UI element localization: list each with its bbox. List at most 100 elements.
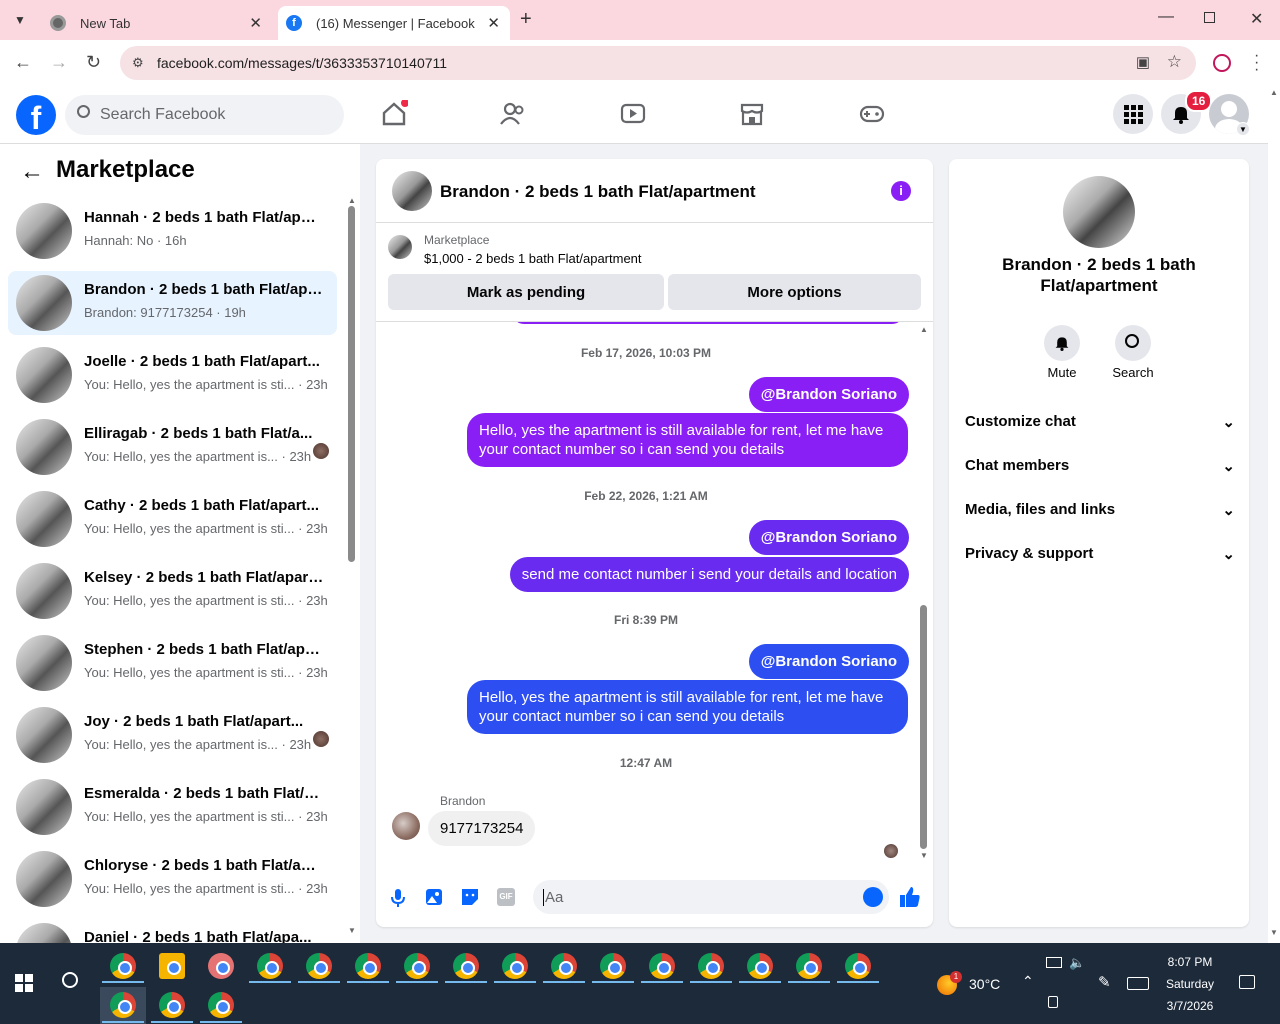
minimize-button[interactable]: — — [1158, 8, 1174, 26]
conversation-item[interactable]: Joelle · 2 beds 1 bath Flat/apart... You:… — [8, 343, 337, 407]
back-button[interactable]: ← — [14, 52, 32, 73]
forward-button[interactable]: → — [50, 52, 68, 73]
scrollbar-thumb[interactable] — [348, 206, 355, 562]
browser-menu-icon[interactable]: · · · — [1254, 48, 1259, 78]
chrome-icon[interactable] — [159, 992, 185, 1018]
notifications-button[interactable]: 16 — [1161, 90, 1213, 134]
tab-new-tab[interactable]: New Tab ✕ — [40, 6, 272, 40]
microphone-icon[interactable] — [390, 888, 406, 908]
message-bubble[interactable]: Hello, yes the apartment is still availa… — [467, 413, 908, 467]
conversation-item[interactable]: Joy · 2 beds 1 bath Flat/apart... You: He… — [8, 703, 337, 767]
sticker-icon[interactable] — [461, 888, 479, 906]
notification-center-icon[interactable] — [1239, 975, 1255, 989]
mute-button[interactable] — [1044, 325, 1080, 361]
chrome-icon[interactable] — [600, 953, 626, 979]
received-bubble[interactable]: 9177173254 — [428, 811, 536, 846]
sender-avatar[interactable] — [392, 812, 420, 840]
chat-members-section[interactable]: Chat members ⌄ — [965, 457, 1235, 475]
reload-button[interactable]: ↻ — [86, 52, 101, 73]
scrollbar-thumb[interactable] — [920, 605, 927, 849]
chrome-icon[interactable] — [110, 992, 136, 1018]
conversation-item[interactable]: Elliragab · 2 beds 1 bath Flat/a... You: … — [8, 415, 337, 479]
chrome-icon[interactable] — [257, 953, 283, 979]
clock-day[interactable]: Saturday — [1160, 977, 1220, 991]
chevron-up-icon[interactable]: ⌃ — [1022, 973, 1034, 990]
site-info-icon[interactable]: ⚙ — [132, 55, 144, 71]
gaming-icon[interactable] — [858, 100, 886, 128]
profile-icon[interactable] — [1213, 54, 1231, 72]
close-tab-icon[interactable]: ✕ — [249, 14, 262, 32]
chat-scrollbar[interactable]: ▲ ▼ — [919, 325, 929, 861]
meet-icon[interactable] — [1048, 996, 1058, 1008]
more-options-button[interactable]: More options — [668, 274, 921, 310]
scroll-down-arrow[interactable]: ▼ — [920, 851, 928, 860]
restore-button[interactable] — [1204, 12, 1215, 23]
media-files-section[interactable]: Media, files and links ⌄ — [965, 501, 1235, 519]
home-icon[interactable] — [380, 100, 408, 128]
file-explorer-icon[interactable] — [159, 953, 185, 979]
clock-date[interactable]: 3/7/2026 — [1160, 999, 1220, 1013]
search-chat-button[interactable] — [1115, 325, 1151, 361]
chrome-icon[interactable] — [306, 953, 332, 979]
conversation-item[interactable]: Brandon · 2 beds 1 bath Flat/apa... Brand… — [8, 271, 337, 335]
bookmark-star-icon[interactable]: ☆ — [1167, 52, 1182, 72]
temperature[interactable]: 30°C — [969, 976, 1000, 992]
mention-bubble[interactable]: @Brandon Soriano — [748, 377, 909, 412]
scroll-up-arrow[interactable]: ▲ — [1270, 88, 1278, 97]
keyboard-icon[interactable] — [1127, 977, 1149, 990]
chrome-icon[interactable] — [502, 953, 528, 979]
chevron-down-icon[interactable]: ▼ — [1236, 122, 1250, 136]
privacy-support-section[interactable]: Privacy & support ⌄ — [965, 545, 1235, 563]
mention-bubble[interactable]: @Brandon Soriano — [748, 644, 909, 679]
gif-icon[interactable]: GIF — [497, 888, 515, 906]
list-scrollbar[interactable]: ▲ ▼ — [347, 196, 357, 936]
mention-bubble[interactable]: @Brandon Soriano — [748, 520, 909, 555]
facebook-logo[interactable]: f — [16, 95, 56, 135]
mark-pending-button[interactable]: Mark as pending — [388, 274, 664, 310]
volume-icon[interactable]: 🔈 — [1069, 955, 1085, 971]
marketplace-icon[interactable] — [738, 100, 766, 128]
windows-start-icon[interactable] — [15, 974, 33, 992]
conversation-item[interactable]: Chloryse · 2 beds 1 bath Flat/apa... You:… — [8, 847, 337, 911]
clock-time[interactable]: 8:07 PM — [1160, 955, 1220, 969]
chrome-icon[interactable] — [551, 953, 577, 979]
listing-desc[interactable]: $1,000 - 2 beds 1 bath Flat/apartment — [424, 251, 642, 266]
install-app-icon[interactable]: ▣ — [1136, 53, 1150, 71]
scroll-up-arrow[interactable]: ▲ — [920, 325, 928, 334]
chrome-icon[interactable] — [453, 953, 479, 979]
chrome-icon[interactable] — [698, 953, 724, 979]
message-bubble[interactable]: Hello, yes the apartment is still availa… — [467, 680, 908, 734]
chrome-icon[interactable] — [404, 953, 430, 979]
info-icon[interactable]: i — [891, 181, 911, 201]
pen-icon[interactable]: ✎ — [1098, 973, 1111, 991]
taskbar-search-icon[interactable] — [62, 972, 78, 988]
chat-avatar[interactable] — [392, 171, 432, 211]
emoji-icon[interactable] — [863, 887, 883, 907]
conversation-item[interactable]: Kelsey · 2 beds 1 bath Flat/apart... You:… — [8, 559, 337, 623]
info-avatar[interactable] — [1063, 176, 1135, 248]
conversation-item[interactable]: Hannah · 2 beds 1 bath Flat/apar... Hanna… — [8, 199, 337, 263]
back-arrow-icon[interactable]: ← — [20, 158, 44, 186]
conversation-item[interactable]: Esmeralda · 2 beds 1 bath Flat/a... You: … — [8, 775, 337, 839]
listing-thumb[interactable] — [388, 235, 412, 259]
url-bar[interactable]: ⚙ facebook.com/messages/t/36333537101407… — [120, 46, 1196, 80]
scroll-down-arrow[interactable]: ▼ — [1270, 928, 1278, 937]
tab-search-button[interactable]: ▼ — [8, 8, 32, 32]
message-bubble[interactable]: send me contact number i send your detai… — [509, 557, 909, 592]
scroll-down-arrow[interactable]: ▼ — [348, 926, 356, 935]
conversation-item[interactable]: Stephen · 2 beds 1 bath Flat/apa... You: … — [8, 631, 337, 695]
customize-chat-section[interactable]: Customize chat ⌄ — [965, 413, 1235, 431]
chrome-icon[interactable] — [208, 992, 234, 1018]
conversation-item[interactable]: Cathy · 2 beds 1 bath Flat/apart... You: … — [8, 487, 337, 551]
page-scrollbar[interactable]: ▲ ▼ — [1268, 86, 1280, 943]
chrome-icon[interactable] — [355, 953, 381, 979]
close-tab-icon[interactable]: ✕ — [487, 14, 500, 32]
friends-icon[interactable] — [499, 100, 527, 128]
chrome-icon[interactable] — [845, 953, 871, 979]
thumbs-up-icon[interactable] — [899, 886, 921, 908]
watch-icon[interactable] — [619, 100, 647, 128]
chrome-icon[interactable] — [649, 953, 675, 979]
tab-messenger[interactable]: f (16) Messenger | Facebook ✕ — [278, 6, 510, 40]
photo-icon[interactable] — [425, 888, 443, 906]
chat-title[interactable]: Brandon · 2 beds 1 bath Flat/apartment — [440, 182, 756, 202]
